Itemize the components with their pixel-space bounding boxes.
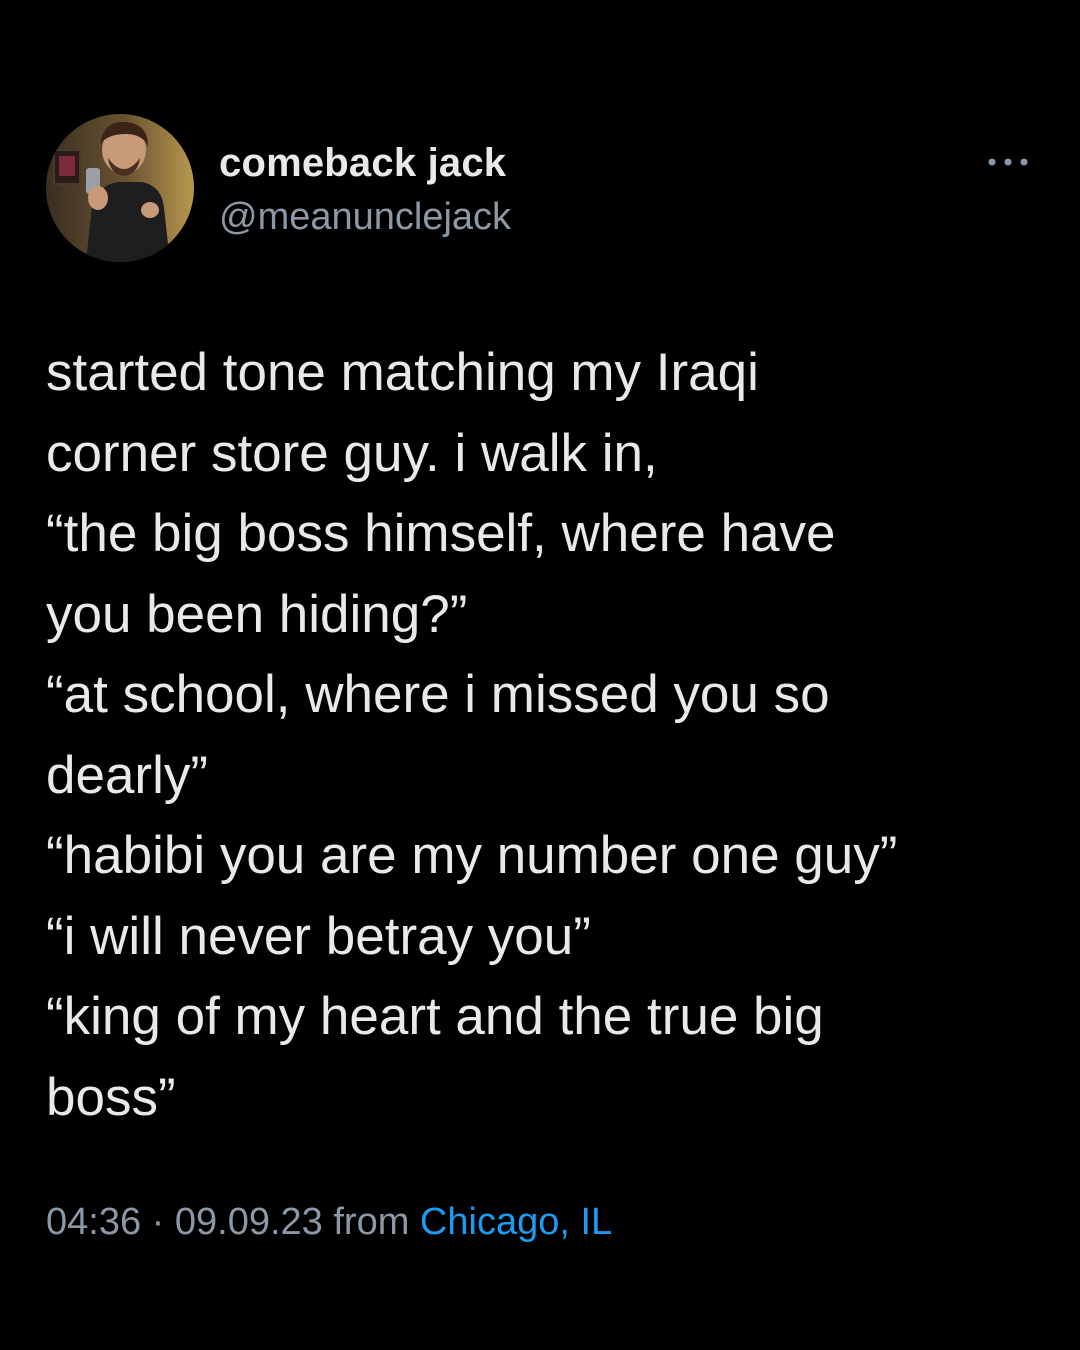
tweet-text-line: “i will never betray you” (46, 906, 591, 966)
from-label: from (322, 1201, 420, 1243)
avatar[interactable] (46, 114, 194, 262)
tweet-text-line: started tone matching my Iraqi (46, 343, 759, 402)
avatar-photo (46, 114, 194, 262)
tweet-text-line: “the big boss himself, where have (46, 504, 836, 563)
tweet-card: comeback jack @meanunclejack started ton… (0, 0, 1080, 1350)
tweet-text-line: corner store guy. i walk in, (46, 423, 658, 483)
tweet-text-line: “habibi you are my number one guy” (46, 826, 898, 885)
meta-separator: · (141, 1201, 175, 1243)
tweet-text: started tone matching my Iraqi corner st… (46, 333, 1046, 1138)
more-horizontal-icon (988, 158, 1028, 166)
tweet-text-line: dearly” (46, 745, 209, 805)
tweet-date[interactable]: 09.09.23 (175, 1201, 323, 1243)
tweet-location-link[interactable]: Chicago, IL (420, 1201, 612, 1243)
author-display-name[interactable]: comeback jack (219, 141, 506, 186)
tweet-text-line: you been hiding?” (46, 584, 468, 644)
tweet-text-line: “at school, where i missed you so (46, 665, 830, 724)
tweet-text-line: “king of my heart and the true big (46, 987, 824, 1046)
tweet-metadata: 04:36 · 09.09.23 from Chicago, IL (46, 1201, 612, 1244)
tweet-time[interactable]: 04:36 (46, 1201, 141, 1243)
tweet-text-line: boss” (46, 1067, 176, 1127)
more-options-button[interactable] (982, 148, 1034, 176)
author-handle[interactable]: @meanunclejack (219, 196, 511, 239)
